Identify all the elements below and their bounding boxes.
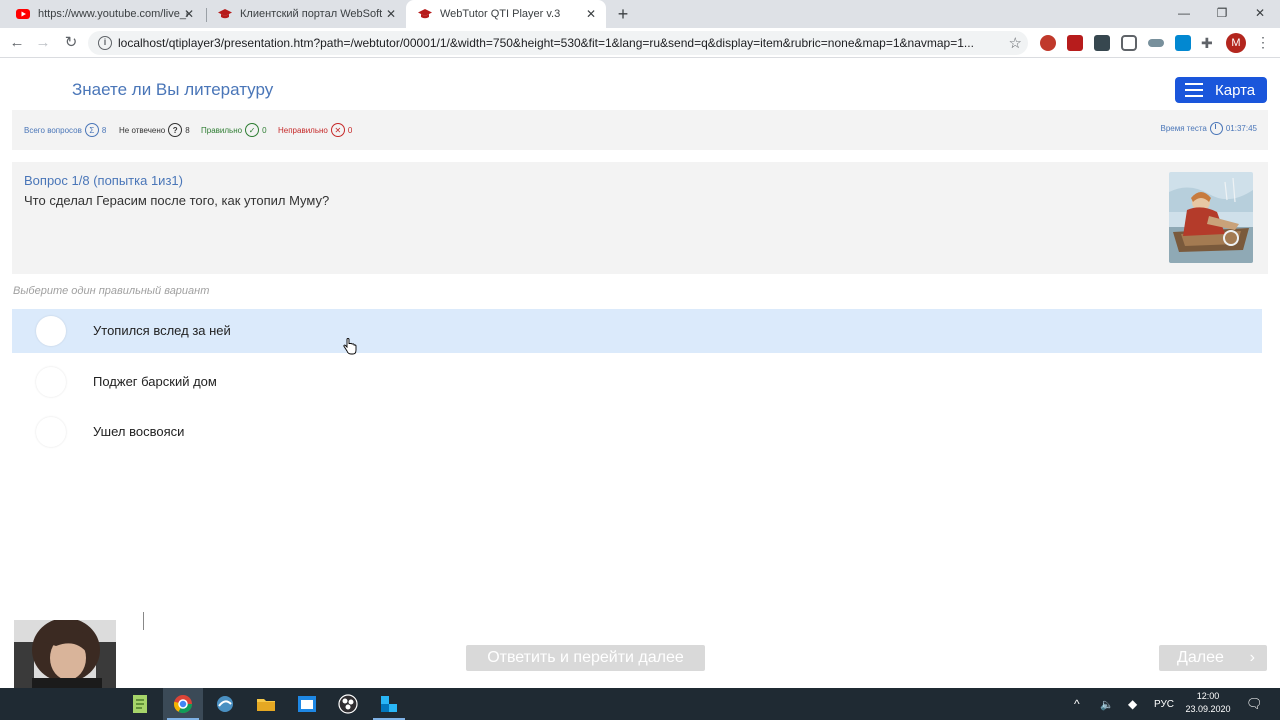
bookmark-star-icon[interactable]: ☆ [1009,34,1022,52]
menu-icon[interactable]: ⋮ [1256,34,1270,51]
stat-value: 0 [262,125,267,135]
browser-toolbar: ← → ↻ i localhost/qtiplayer3/presentatio… [0,28,1280,58]
browser-tab-qti-player[interactable]: WebTutor QTI Player v.3 ✕ [406,0,606,28]
stat-wrong: Неправильно ✕ 0 [278,122,352,138]
extension-icon[interactable] [1040,35,1056,51]
radio-button[interactable] [36,316,66,346]
page-title: Знаете ли Вы литературу [72,80,274,99]
graduation-cap-icon [418,7,432,21]
hand-cursor-icon [343,338,357,360]
info-icon[interactable]: i [98,36,112,50]
notification-icon[interactable]: 🗨 [1246,688,1263,720]
forward-arrow-icon[interactable]: → [34,34,52,52]
question-card: Вопрос 1/8 (попытка 1из1) Что сделал Гер… [12,162,1268,274]
answer-and-next-button[interactable]: Ответить и перейти далее [466,645,705,671]
answer-option-label[interactable]: Утопился вслед за ней [93,323,231,338]
sigma-icon: Σ [84,123,99,137]
puzzle-icon[interactable]: ✚ [1201,35,1217,51]
extension-icon[interactable] [1148,39,1164,47]
url-text[interactable]: localhost/qtiplayer3/presentation.htm?pa… [118,36,988,50]
stat-value: 0 [347,125,353,135]
chevron-up-icon[interactable]: ^ [1074,688,1080,720]
back-arrow-icon[interactable]: ← [8,34,26,52]
map-button-label: Карта [1215,81,1256,99]
stat-total: Всего вопросов Σ 8 [24,122,106,138]
radio-button[interactable] [36,367,66,397]
close-window-button[interactable]: ✕ [1250,4,1270,22]
timer-label: Время теста [1160,124,1207,133]
speaker-icon[interactable]: 🔈 [1100,688,1114,720]
question-text: Что сделал Герасим после того, как утопи… [24,193,330,208]
webcam-overlay [14,620,116,688]
stat-label: Не отвечено [119,125,166,135]
extension-icon[interactable] [1067,35,1083,51]
question-illustration [1169,172,1253,263]
maximize-button[interactable]: ❐ [1212,4,1232,22]
reload-icon[interactable]: ↻ [62,34,80,52]
file-explorer-icon[interactable] [246,688,286,720]
browser-tab-websoft[interactable]: Клиентский портал WebSoft ✕ [206,0,406,28]
app-icon[interactable] [205,688,245,720]
map-button[interactable]: Карта [1175,77,1267,103]
browser-tab-strip: https://www.youtube.com/live_c ✕ Клиентс… [0,0,1280,28]
next-button[interactable]: Далее › [1159,645,1267,671]
answer-option[interactable]: Утопился вслед за ней [12,309,1262,353]
question-header: Вопрос 1/8 (попытка 1из1) [24,173,183,188]
tab-title: https://www.youtube.com/live_c [38,8,188,20]
stat-value: 8 [185,125,190,135]
tab-title: WebTutor QTI Player v.3 [440,8,561,20]
browser-tab-youtube[interactable]: https://www.youtube.com/live_c ✕ [4,0,204,28]
timer-value: 01:37:45 [1225,124,1257,133]
stat-label: Неправильно [278,125,328,135]
stat-label: Правильно [201,125,243,135]
profile-avatar[interactable]: M [1226,33,1246,53]
extension-icon[interactable] [1175,35,1191,51]
chevron-right-icon: › [1249,649,1255,666]
close-tab-icon[interactable]: ✕ [584,7,598,21]
stats-bar: Всего вопросов Σ 8 Не отвечено ? 8 Прави… [12,110,1268,150]
radio-button[interactable] [36,417,66,447]
dropbox-icon[interactable]: ◆ [1128,688,1137,720]
obs-icon[interactable] [328,688,368,720]
graduation-cap-icon [218,7,232,21]
stat-value: 8 [101,125,107,135]
windows-taskbar: ^ 🔈 ◆ РУС 12:00 23.09.2020 🗨 [0,688,1280,720]
clock-time: 12:00 [1196,691,1220,701]
chrome-icon[interactable] [163,688,203,720]
youtube-icon [16,7,30,21]
check-icon: ✓ [245,123,260,137]
stat-label: Всего вопросов [24,125,82,135]
app-icon[interactable] [287,688,327,720]
text-caret [143,612,144,630]
answer-option[interactable]: Поджег барский дом [12,360,1262,404]
minimize-button[interactable]: — [1174,4,1194,22]
answer-option-label[interactable]: Ушел восвояси [93,424,184,439]
hamburger-icon [1185,83,1203,97]
question-mark-icon: ? [168,123,183,137]
answer-instruction: Выберите один правильный вариант [13,285,210,297]
extension-icon[interactable] [1094,35,1110,51]
stat-unanswered: Не отвечено ? 8 [119,122,190,138]
stat-correct: Правильно ✓ 0 [201,122,267,138]
stopwatch-icon [1209,122,1223,135]
app-icon[interactable] [369,688,409,720]
tab-title: Клиентский портал WebSoft [240,8,383,20]
answer-option[interactable]: Ушел восвояси [12,410,1262,454]
cross-icon: ✕ [330,123,345,137]
language-indicator[interactable]: РУС [1154,688,1174,720]
address-bar[interactable]: i localhost/qtiplayer3/presentation.htm?… [88,31,1028,55]
answer-option-label[interactable]: Поджег барский дом [93,374,217,389]
next-button-label: Далее [1177,649,1224,666]
close-tab-icon[interactable]: ✕ [182,7,196,21]
pocket-icon[interactable] [1121,35,1137,51]
clock-date: 23.09.2020 [1185,704,1231,714]
taskbar-clock[interactable]: 12:00 23.09.2020 [1180,690,1236,716]
close-tab-icon[interactable]: ✕ [384,7,398,21]
test-timer: Время теста 01:37:45 [1161,122,1257,135]
new-tab-button[interactable]: + [614,5,632,23]
notepad-icon[interactable] [120,688,160,720]
